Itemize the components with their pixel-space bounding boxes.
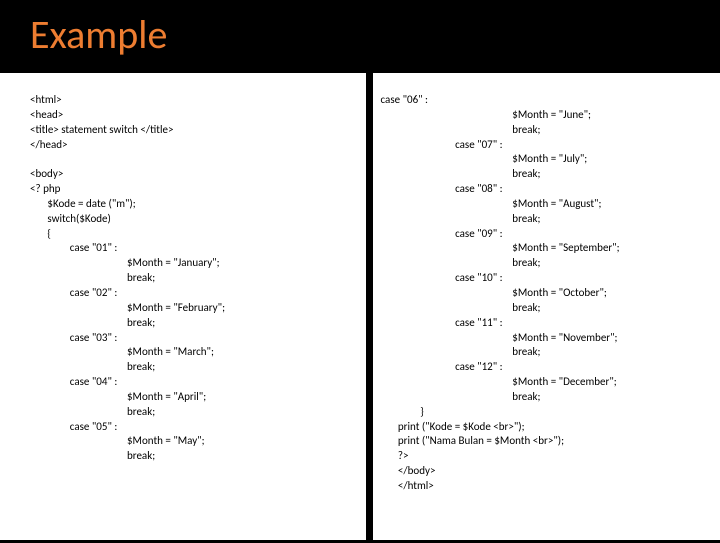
slide-title: Example: [30, 10, 690, 59]
code-column-left: <html> <head> <title> statement switch <…: [0, 73, 366, 543]
title-bar: Example: [0, 0, 720, 73]
column-divider: [366, 73, 373, 543]
code-column-right: case "06" : $Month = "June"; break; case…: [373, 73, 720, 543]
content-area: <html> <head> <title> statement switch <…: [0, 73, 720, 543]
slide: Example <html> <head> <title> statement …: [0, 0, 720, 540]
